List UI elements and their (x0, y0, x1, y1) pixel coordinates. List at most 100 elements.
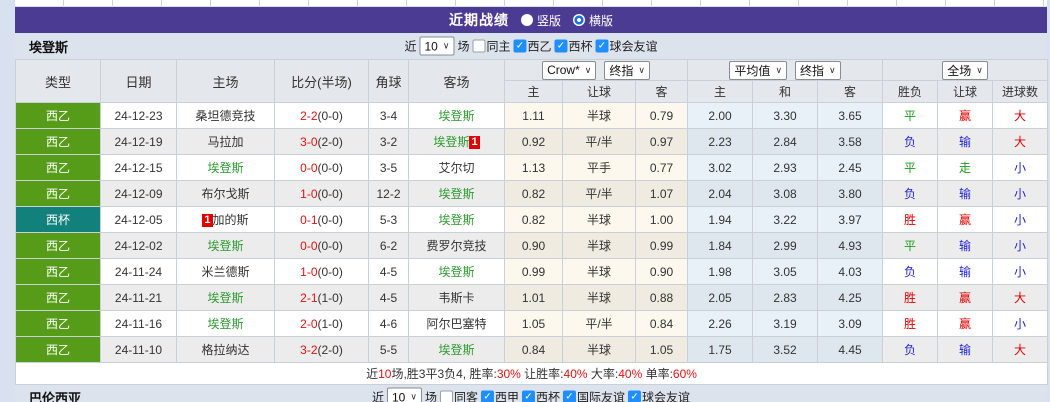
league-filter-3[interactable]: ✓ 球会友谊 (628, 389, 690, 402)
league-badge: 西乙 (15, 154, 101, 181)
checkbox-checked-icon[interactable]: ✓ (554, 39, 568, 53)
full-score: 1-0 (300, 186, 318, 201)
wdl-result: 平 (882, 232, 939, 259)
full-score: 0-0 (300, 238, 318, 253)
euro-away: 4.93 (817, 232, 884, 259)
red-card-badge: 1 (469, 136, 480, 149)
match-row: 西乙 24-12-23 桑坦德竞技 2-2(0-0) 3-4 埃登斯 1.11 … (15, 102, 1049, 129)
odds-home: 1.01 (504, 284, 563, 311)
league-filter-1[interactable]: ✓ 西杯 (521, 389, 560, 402)
col-header-odds-home: 主 (504, 80, 563, 103)
radio-button-checked-icon[interactable] (573, 14, 585, 26)
checkbox-checked-icon[interactable]: ✓ (480, 390, 494, 402)
match-row: 西乙 24-12-09 布尔戈斯 1-0(0-0) 12-2 埃登斯 0.82 … (15, 180, 1049, 207)
wdl-result: 胜 (882, 284, 939, 311)
checkbox-checked-icon[interactable]: ✓ (628, 390, 642, 402)
match-date: 24-12-23 (100, 102, 177, 129)
league-badge: 西乙 (15, 128, 101, 155)
handicap-result: 赢 (937, 284, 994, 311)
league-filter-label[interactable]: 球会友谊 (642, 389, 690, 402)
odds-source-select[interactable]: Crow* ∨ (542, 60, 597, 80)
full-score: 2-0 (300, 316, 318, 331)
league-filter-label[interactable]: 国际友谊 (577, 389, 625, 402)
summary-segment: 让胜率: (520, 367, 564, 381)
league-filter-label[interactable]: 西杯 (536, 389, 560, 402)
league-filter-2[interactable]: ✓ 球会友谊 (595, 38, 658, 55)
half-score: (0-0) (317, 238, 343, 253)
away-team-filter-bar: 巴伦西亚 近 10 ∨ 场 同客 ✓ 西甲 ✓ 西杯 ✓ 国际友谊 ✓ 球会友谊 (15, 385, 1047, 402)
score-cell: 1-0(0-0) (274, 180, 369, 207)
league-filter-label[interactable]: 西甲 (495, 389, 519, 402)
league-filter-label[interactable]: 西杯 (568, 38, 592, 55)
same-venue-label[interactable]: 同主 (486, 38, 510, 55)
match-count-select[interactable]: 10 ∨ (386, 387, 422, 402)
goals-result: 小 (992, 180, 1049, 207)
wdl-result: 负 (882, 128, 939, 155)
same-venue-filter[interactable]: 同客 (439, 389, 478, 402)
match-row: 西杯 24-12-05 1 加的斯 0-1(0-0) 5-3 埃登斯 0.82 半… (15, 206, 1049, 233)
euro-draw: 3.19 (752, 310, 819, 337)
odds-home: 1.05 (504, 310, 563, 337)
checkbox-unchecked-icon[interactable] (439, 390, 453, 402)
col-header-score: 比分(半场) (274, 59, 369, 103)
home-team-name: 加的斯 (212, 213, 249, 227)
handicap-result: 输 (937, 180, 994, 207)
match-count-select[interactable]: 10 ∨ (419, 36, 455, 56)
chevron-down-icon: ∨ (638, 64, 645, 75)
odds-home: 1.11 (504, 102, 563, 129)
col-header-euro-home: 主 (687, 80, 754, 103)
home-team: 埃登斯 (176, 310, 275, 337)
check-icon: ✓ (565, 391, 574, 402)
full-score: 0-1 (300, 212, 318, 227)
radio-horizontal-label[interactable]: 横版 (589, 12, 613, 29)
home-team: 米兰德斯 (176, 258, 275, 285)
away-team-name: 巴伦西亚 (29, 391, 82, 402)
europe-source-select[interactable]: 平均值 ∨ (729, 60, 788, 80)
checkbox-checked-icon[interactable]: ✓ (513, 39, 527, 53)
away-team: 费罗尔竞技 (408, 232, 505, 259)
checkbox-checked-icon[interactable]: ✓ (521, 390, 535, 402)
radio-horizontal-view[interactable]: 横版 (573, 12, 613, 29)
wdl-result: 胜 (882, 206, 939, 233)
result-group-header: 全场 ∨ (882, 59, 1049, 81)
checkbox-checked-icon[interactable]: ✓ (595, 39, 609, 53)
checkbox-checked-icon[interactable]: ✓ (563, 390, 576, 402)
half-score: (0-0) (317, 108, 343, 123)
europe-source-value: 平均值 (734, 63, 771, 78)
league-filter-label[interactable]: 球会友谊 (610, 38, 658, 55)
euro-draw: 3.52 (752, 336, 819, 363)
goals-result: 大 (992, 336, 1049, 363)
europe-time-select[interactable]: 终指 ∨ (795, 60, 841, 80)
odds-time-select[interactable]: 终指 ∨ (604, 60, 650, 80)
euro-home: 2.05 (687, 284, 754, 311)
league-filter-label[interactable]: 西乙 (527, 38, 551, 55)
chevron-down-icon: ∨ (442, 40, 450, 51)
radio-vertical-label[interactable]: 竖版 (537, 12, 561, 29)
odds-away: 0.99 (634, 232, 689, 259)
radio-button-icon[interactable] (520, 14, 533, 26)
odds-home: 1.13 (504, 154, 563, 181)
checkbox-unchecked-icon[interactable] (472, 39, 486, 53)
goals-result: 小 (992, 258, 1049, 285)
euro-home: 1.75 (687, 336, 754, 363)
league-filter-0[interactable]: ✓ 西乙 (513, 38, 551, 55)
league-filter-2[interactable]: ✓ 国际友谊 (563, 389, 625, 402)
result-scope-select[interactable]: 全场 ∨ (942, 60, 988, 80)
odds-home: 0.92 (504, 128, 563, 155)
league-filter-0[interactable]: ✓ 西甲 (480, 389, 519, 402)
recent-label: 近 (404, 39, 417, 54)
section-title-bar: 近期战绩 竖版 横版 (15, 7, 1047, 33)
league-badge: 西乙 (15, 232, 101, 259)
same-venue-filter[interactable]: 同主 (472, 38, 510, 55)
goals-result: 小 (992, 154, 1049, 181)
away-team: 艾尔切 (408, 154, 505, 181)
check-icon: ✓ (630, 391, 639, 402)
match-date: 24-11-10 (100, 336, 177, 363)
radio-vertical-view[interactable]: 竖版 (520, 12, 561, 29)
league-filter-1[interactable]: ✓ 西杯 (554, 38, 593, 55)
odds-home: 0.99 (504, 258, 563, 285)
same-venue-label[interactable]: 同客 (454, 389, 478, 402)
check-icon: ✓ (524, 391, 533, 402)
odds-away: 1.05 (634, 336, 689, 363)
league-badge: 西乙 (15, 180, 101, 207)
